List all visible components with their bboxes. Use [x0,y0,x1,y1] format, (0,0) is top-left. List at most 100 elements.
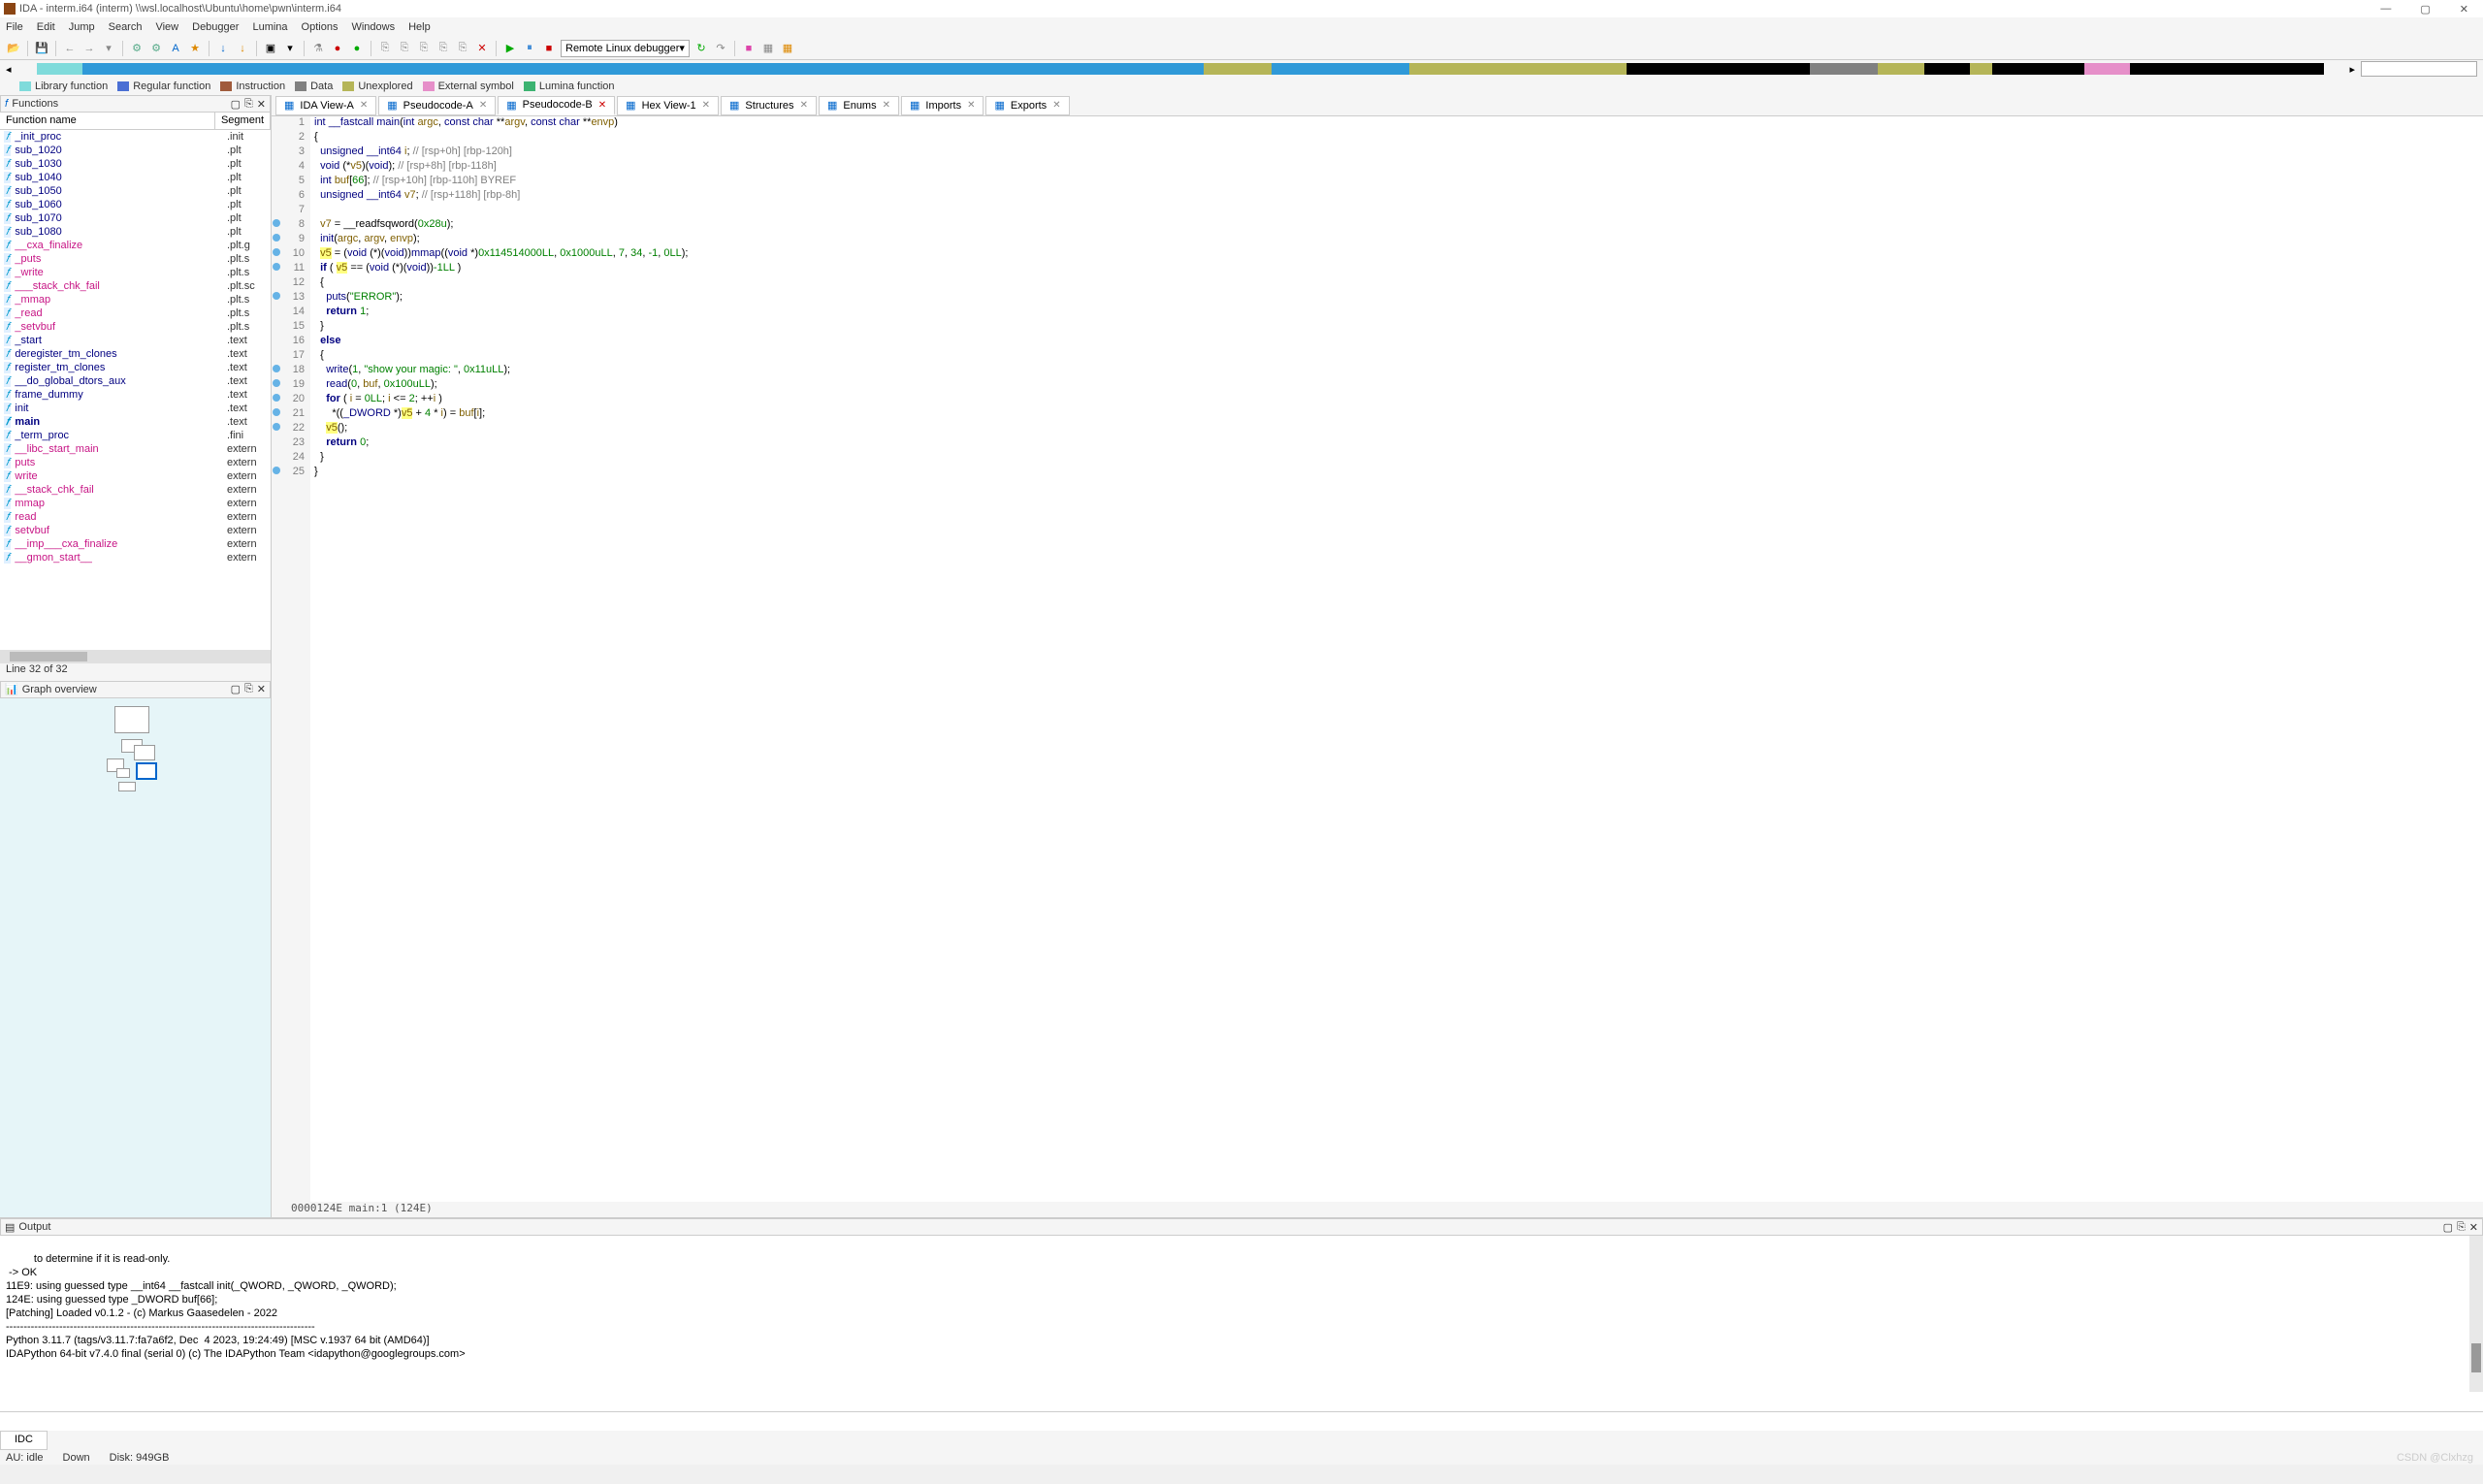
code-line[interactable]: read(0, buf, 0x100uLL); [314,378,2483,393]
code-line[interactable]: if ( v5 == (void (*)(void))-1LL ) [314,262,2483,276]
output-body[interactable]: to determine if it is read-only. -> OK 1… [0,1236,2483,1411]
tool-icon[interactable]: ⚙ [129,41,145,56]
menu-jump[interactable]: Jump [69,21,95,33]
menu-help[interactable]: Help [408,21,431,33]
code-line[interactable]: int __fastcall main(int argc, const char… [314,116,2483,131]
code-line[interactable]: int buf[66]; // [rsp+10h] [rbp-110h] BYR… [314,175,2483,189]
function-row[interactable]: _read.plt.s [0,306,271,320]
function-row[interactable]: __gmon_start__extern [0,551,271,565]
open-icon[interactable]: 📂 [6,41,21,56]
function-row[interactable]: init.text [0,402,271,415]
code-line[interactable]: v5(); [314,422,2483,436]
code-line[interactable]: } [314,466,2483,480]
nav-right-arrow-icon[interactable]: ▸ [2343,63,2361,76]
panel-pin-icon[interactable]: ⎘ [244,98,253,111]
panel-pin-icon[interactable]: ⎘ [2457,1221,2466,1234]
output-scrollbar[interactable] [2469,1236,2483,1392]
function-row[interactable]: __cxa_finalize.plt.g [0,239,271,252]
menu-debugger[interactable]: Debugger [192,21,239,33]
dropdown-icon[interactable]: ▾ [282,41,298,56]
function-row[interactable]: deregister_tm_clones.text [0,347,271,361]
star-icon[interactable]: ★ [187,41,203,56]
col-segment[interactable]: Segment [215,113,271,129]
code-line[interactable]: else [314,335,2483,349]
functions-columns[interactable]: Function name Segment [0,113,271,130]
nav-left-arrow-icon[interactable]: ◂ [0,63,17,76]
filter-icon[interactable]: ⚗ [310,41,326,56]
nav-back-icon[interactable]: ← [62,41,78,56]
misc-icon[interactable]: ■ [741,41,757,56]
menu-file[interactable]: File [6,21,23,33]
misc-icon[interactable]: ⎘ [377,41,393,56]
maximize-button[interactable]: ▢ [2420,3,2430,16]
menu-edit[interactable]: Edit [37,21,55,33]
function-row[interactable]: main.text [0,415,271,429]
menu-view[interactable]: View [155,21,178,33]
function-row[interactable]: sub_1040.plt [0,171,271,184]
function-row[interactable]: _puts.plt.s [0,252,271,266]
tab-imports[interactable]: ▦Imports✕ [901,96,984,115]
panel-close-icon[interactable]: ✕ [2469,1221,2478,1234]
function-row[interactable]: _write.plt.s [0,266,271,279]
col-function-name[interactable]: Function name [0,113,215,129]
code-line[interactable]: { [314,349,2483,364]
segment-map[interactable] [37,63,2325,75]
function-row[interactable]: writeextern [0,469,271,483]
navigation-band[interactable]: ◂ ▸ [0,60,2483,78]
function-row[interactable]: sub_1070.plt [0,211,271,225]
misc-icon[interactable]: ⎘ [416,41,432,56]
function-row[interactable]: frame_dummy.text [0,388,271,402]
idc-tab[interactable]: IDC [0,1431,48,1450]
function-row[interactable]: _init_proc.init [0,130,271,144]
code-line[interactable]: unsigned __int64 v7; // [rsp+118h] [rbp-… [314,189,2483,204]
menu-options[interactable]: Options [302,21,339,33]
stop-red-icon[interactable]: ● [330,41,345,56]
function-row[interactable]: putsextern [0,456,271,469]
tab-structures[interactable]: ▦Structures✕ [721,96,817,115]
code-line[interactable]: *((_DWORD *)v5 + 4 * i) = buf[i]; [314,407,2483,422]
misc-icon[interactable]: ⎘ [397,41,412,56]
function-row[interactable]: setvbufextern [0,524,271,537]
arrow-down-blue-icon[interactable]: ↓ [215,41,231,56]
code-line[interactable]: } [314,320,2483,335]
code-area[interactable]: 1234567891011121314151617181920212223242… [272,116,2483,1202]
functions-scrollbar[interactable] [0,650,271,663]
code-line[interactable]: write(1, "show your magic: ", 0x11uLL); [314,364,2483,378]
panel-pin-icon[interactable]: ⎘ [244,683,253,695]
box-icon[interactable]: ▣ [263,41,278,56]
panel-close-icon[interactable]: ✕ [257,683,266,695]
code-line[interactable]: v5 = (void (*)(void))mmap((void *)0x1145… [314,247,2483,262]
function-row[interactable]: __libc_start_mainextern [0,442,271,456]
panel-restore-icon[interactable]: ▢ [2443,1221,2453,1234]
code-line[interactable]: v7 = __readfsqword(0x28u); [314,218,2483,233]
go-green-icon[interactable]: ● [349,41,365,56]
menu-lumina[interactable]: Lumina [252,21,287,33]
graph-overview[interactable] [0,698,271,1218]
functions-list[interactable]: _init_proc.initsub_1020.pltsub_1030.plts… [0,130,271,650]
misc-icon[interactable]: ▦ [760,41,776,56]
misc-icon[interactable]: ⎘ [455,41,470,56]
panel-restore-icon[interactable]: ▢ [231,98,241,111]
code-line[interactable]: unsigned __int64 i; // [rsp+0h] [rbp-120… [314,145,2483,160]
menu-windows[interactable]: Windows [351,21,395,33]
function-row[interactable]: __imp___cxa_finalizeextern [0,537,271,551]
delete-icon[interactable]: ✕ [474,41,490,56]
arrow-down-icon[interactable]: ↓ [235,41,250,56]
misc-icon[interactable]: ▦ [780,41,795,56]
code-line[interactable]: puts("ERROR"); [314,291,2483,306]
code-line[interactable]: { [314,131,2483,145]
run-icon[interactable]: ▶ [502,41,518,56]
nav-dropdown-icon[interactable]: ▾ [101,41,116,56]
function-row[interactable]: sub_1050.plt [0,184,271,198]
function-row[interactable]: _term_proc.fini [0,429,271,442]
code-line[interactable]: return 1; [314,306,2483,320]
stop-icon[interactable]: ■ [541,41,557,56]
code-line[interactable]: init(argc, argv, envp); [314,233,2483,247]
step-icon[interactable]: ↷ [713,41,728,56]
tab-enums[interactable]: ▦Enums✕ [819,96,899,115]
function-row[interactable]: readextern [0,510,271,524]
code-line[interactable]: { [314,276,2483,291]
misc-icon[interactable]: ⎘ [435,41,451,56]
pause-icon[interactable]: ⏸ [522,41,537,56]
function-row[interactable]: _setvbuf.plt.s [0,320,271,334]
